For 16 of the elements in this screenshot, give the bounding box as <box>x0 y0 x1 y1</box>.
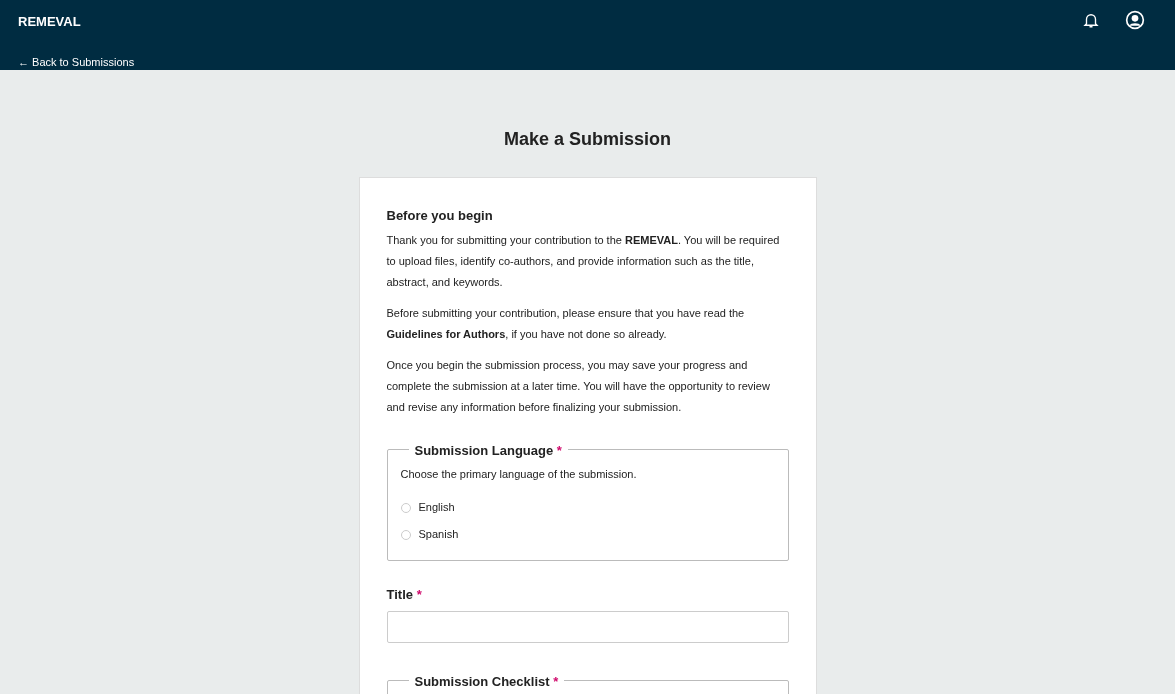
page-title: Make a Submission <box>503 128 672 151</box>
user-avatar-icon[interactable] <box>1125 10 1145 30</box>
section-heading: Before you begin <box>386 207 494 225</box>
field-label: Title * <box>386 586 423 604</box>
fieldset-legend: Submission Checklist * <box>414 673 559 689</box>
fieldset-legend: Submission Language * <box>414 442 562 458</box>
notification-icon[interactable] <box>1082 11 1100 29</box>
radio-option[interactable]: English <box>400 494 775 521</box>
site-title: REMEVAL <box>18 13 81 31</box>
radio-option[interactable]: Spanish <box>400 521 775 548</box>
intro-paragraph: Before submitting your contribution, please ensure that you have read the Guidelines for Authors, if you have not done so already. <box>386 305 746 342</box>
intro-paragraph: Thank you for submitting your contribution to the REMEVAL. You will be required to upload files, identify co-authors, and provide information such as the title, abstract, and keywords. <box>386 232 781 290</box>
field-description: Choose the primary language of the submission. <box>400 466 638 482</box>
back-link[interactable]: ← Back to Submissions <box>18 53 135 70</box>
title-input[interactable] <box>386 610 789 643</box>
intro-paragraph: Once you begin the submission process, you may save your progress and complete the submission at a later time. You will have the opportunity to review and revise any information before finalizing your submission. <box>386 357 771 415</box>
